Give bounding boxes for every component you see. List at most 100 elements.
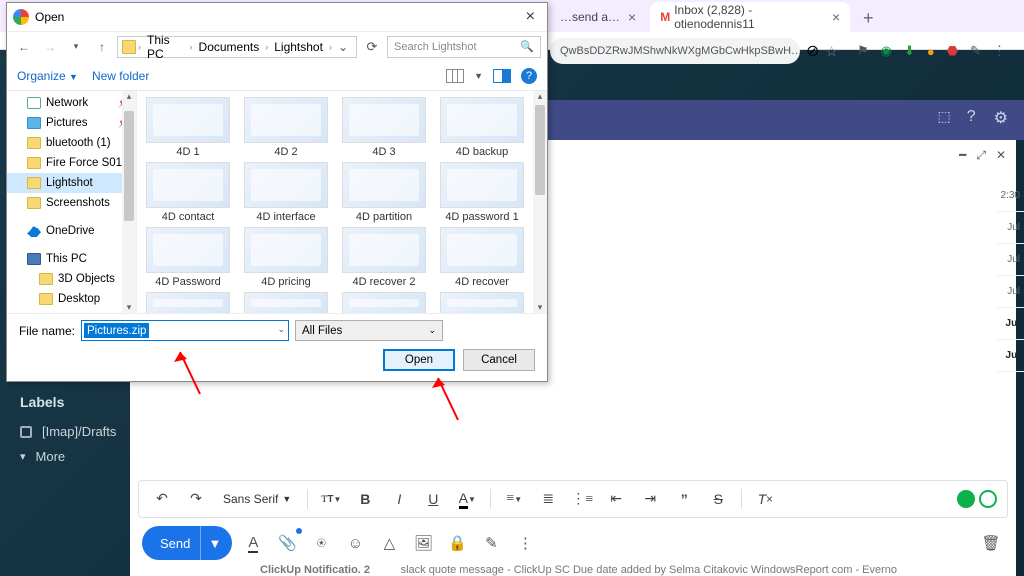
tab-gmail[interactable]: M Inbox (2,828) - otienodennis11 × [650, 2, 850, 32]
insert-image-button[interactable]: 🖼 [410, 530, 436, 556]
close-icon[interactable]: × [628, 9, 636, 25]
up-button[interactable]: ↑ [91, 40, 113, 54]
file-item[interactable]: 4D interface [239, 162, 333, 223]
tree-node[interactable]: Lightshot [7, 173, 136, 193]
tree-node[interactable]: OneDrive [7, 221, 136, 241]
cancel-button[interactable]: Cancel [463, 349, 535, 371]
tree-node[interactable]: Desktop [7, 289, 136, 309]
file-item[interactable]: 4D 3 [337, 97, 431, 158]
close-icon[interactable]: × [832, 9, 840, 25]
grammarly-icon[interactable]: ◉ [881, 43, 892, 59]
file-item[interactable]: 4D 1 [141, 97, 235, 158]
open-button[interactable]: Open [383, 349, 455, 371]
tab-other[interactable]: …send a… × [550, 2, 646, 32]
file-item[interactable] [435, 292, 529, 313]
send-button[interactable]: Send ▼ [142, 526, 232, 560]
crumb-documents[interactable]: Documents [195, 40, 264, 54]
help-icon[interactable]: ? [967, 108, 976, 128]
more-labels[interactable]: ▾More [20, 449, 116, 464]
tree-node[interactable]: Network📌 [7, 93, 136, 113]
insert-drive-button[interactable]: △ [376, 530, 402, 556]
adblock-icon[interactable]: ⬣ [947, 43, 958, 59]
indent-increase-button[interactable]: ⇥ [637, 486, 663, 512]
help-icon[interactable]: ? [521, 68, 537, 84]
scroll-up-icon[interactable]: ▴ [122, 91, 136, 102]
text-color-button[interactable]: A▼ [454, 486, 480, 512]
protect-icon[interactable]: ⊘ [806, 41, 819, 61]
font-picker[interactable]: Sans Serif▼ [217, 492, 297, 506]
file-item[interactable]: 4D contact [141, 162, 235, 223]
file-item[interactable]: 4D recover [435, 227, 529, 288]
format-toggle-button[interactable]: A [240, 530, 266, 556]
tree-node[interactable]: This PC [7, 249, 136, 269]
chevron-down-icon[interactable]: ▾ [65, 41, 87, 52]
crumb-lightshot[interactable]: Lightshot [270, 40, 327, 54]
tree-scrollbar[interactable]: ▴ ▾ [122, 91, 136, 313]
refresh-button[interactable]: ⟳ [361, 39, 383, 55]
settings-sliders-icon[interactable]: ⬚ [938, 108, 949, 128]
gear-icon[interactable]: ⚙ [994, 108, 1008, 128]
new-tab-button[interactable]: + [854, 4, 882, 32]
chevron-down-icon[interactable]: ⌄ [334, 40, 352, 54]
italic-button[interactable]: I [386, 486, 412, 512]
attach-button[interactable]: 📎 [274, 530, 300, 556]
bold-button[interactable]: B [352, 486, 378, 512]
grammarly-badge-icon[interactable] [957, 490, 975, 508]
extensions-icon[interactable]: ⚑ [857, 43, 869, 59]
scroll-down-icon[interactable]: ▾ [122, 302, 136, 313]
close-icon[interactable]: ✕ [996, 148, 1006, 163]
tree-node[interactable]: Documents [7, 309, 136, 313]
minimize-icon[interactable]: ━ [959, 148, 966, 163]
new-folder-button[interactable]: New folder [92, 69, 149, 83]
breadcrumb-bar[interactable]: › This PC › Documents › Lightshot › ⌄ [117, 36, 357, 58]
font-size-button[interactable]: тT▼ [318, 486, 344, 512]
redo-button[interactable]: ↷ [183, 486, 209, 512]
expand-icon[interactable]: ⤢ [976, 148, 986, 163]
more-options-button[interactable]: ⋮ [512, 530, 538, 556]
download-icon[interactable]: ⬇ [904, 43, 915, 59]
file-item[interactable] [337, 292, 431, 313]
tree-node[interactable]: 3D Objects [7, 269, 136, 289]
file-item[interactable] [141, 292, 235, 313]
indent-decrease-button[interactable]: ⇤ [603, 486, 629, 512]
confidential-button[interactable]: 🔒 [444, 530, 470, 556]
file-item[interactable]: 4D recover 2 [337, 227, 431, 288]
file-item[interactable] [239, 292, 333, 313]
scroll-up-icon[interactable]: ▴ [533, 91, 547, 102]
bookmark-icon[interactable]: ☆ [825, 43, 838, 60]
scroll-thumb[interactable] [535, 105, 545, 195]
file-item[interactable]: 4D pricing [239, 227, 333, 288]
strike-button[interactable]: S [705, 486, 731, 512]
align-button[interactable]: ≡▼ [501, 486, 527, 512]
back-button[interactable]: ← [13, 40, 35, 54]
file-item[interactable]: 4D password 1 [435, 162, 529, 223]
scroll-down-icon[interactable]: ▾ [533, 302, 547, 313]
tree-node[interactable]: bluetooth (1) [7, 133, 136, 153]
tree-node[interactable]: Pictures📌 [7, 113, 136, 133]
menu-icon[interactable]: ⋮ [993, 43, 1006, 59]
chevron-down-icon[interactable]: ⌄ [277, 324, 285, 335]
search-input[interactable]: Search Lightshot 🔍 [387, 36, 541, 58]
insert-emoji-button[interactable]: ☺ [342, 530, 368, 556]
label-item[interactable]: [Imap]/Drafts [20, 424, 116, 439]
file-item[interactable]: 4D 2 [239, 97, 333, 158]
quote-button[interactable]: ” [671, 486, 697, 512]
url-bar[interactable]: QwBsDDZRwJMShwNkWXgMGbCwHkpSBwH… [550, 38, 800, 64]
file-item[interactable]: 4D Password [141, 227, 235, 288]
bullet-list-button[interactable]: ⋮≡ [569, 486, 595, 512]
filetype-select[interactable]: All Files ⌄ [295, 320, 443, 341]
send-options-button[interactable]: ▼ [200, 526, 228, 560]
organize-menu[interactable]: Organize ▼ [17, 69, 78, 83]
discard-button[interactable]: 🗑 [978, 530, 1004, 556]
clear-formatting-button[interactable]: T× [752, 486, 778, 512]
tree-node[interactable]: Screenshots [7, 193, 136, 213]
close-icon[interactable]: × [520, 8, 541, 26]
pencil-icon[interactable]: ✎ [970, 43, 981, 59]
signature-button[interactable]: ✎ [478, 530, 504, 556]
file-item[interactable]: 4D backup [435, 97, 529, 158]
undo-button[interactable]: ↶ [149, 486, 175, 512]
file-item[interactable]: 4D partition [337, 162, 431, 223]
grammarly-ring-icon[interactable] [979, 490, 997, 508]
ext-orange-icon[interactable]: ● [927, 44, 935, 59]
filename-input[interactable]: Pictures.zip ⌄ [81, 320, 289, 341]
